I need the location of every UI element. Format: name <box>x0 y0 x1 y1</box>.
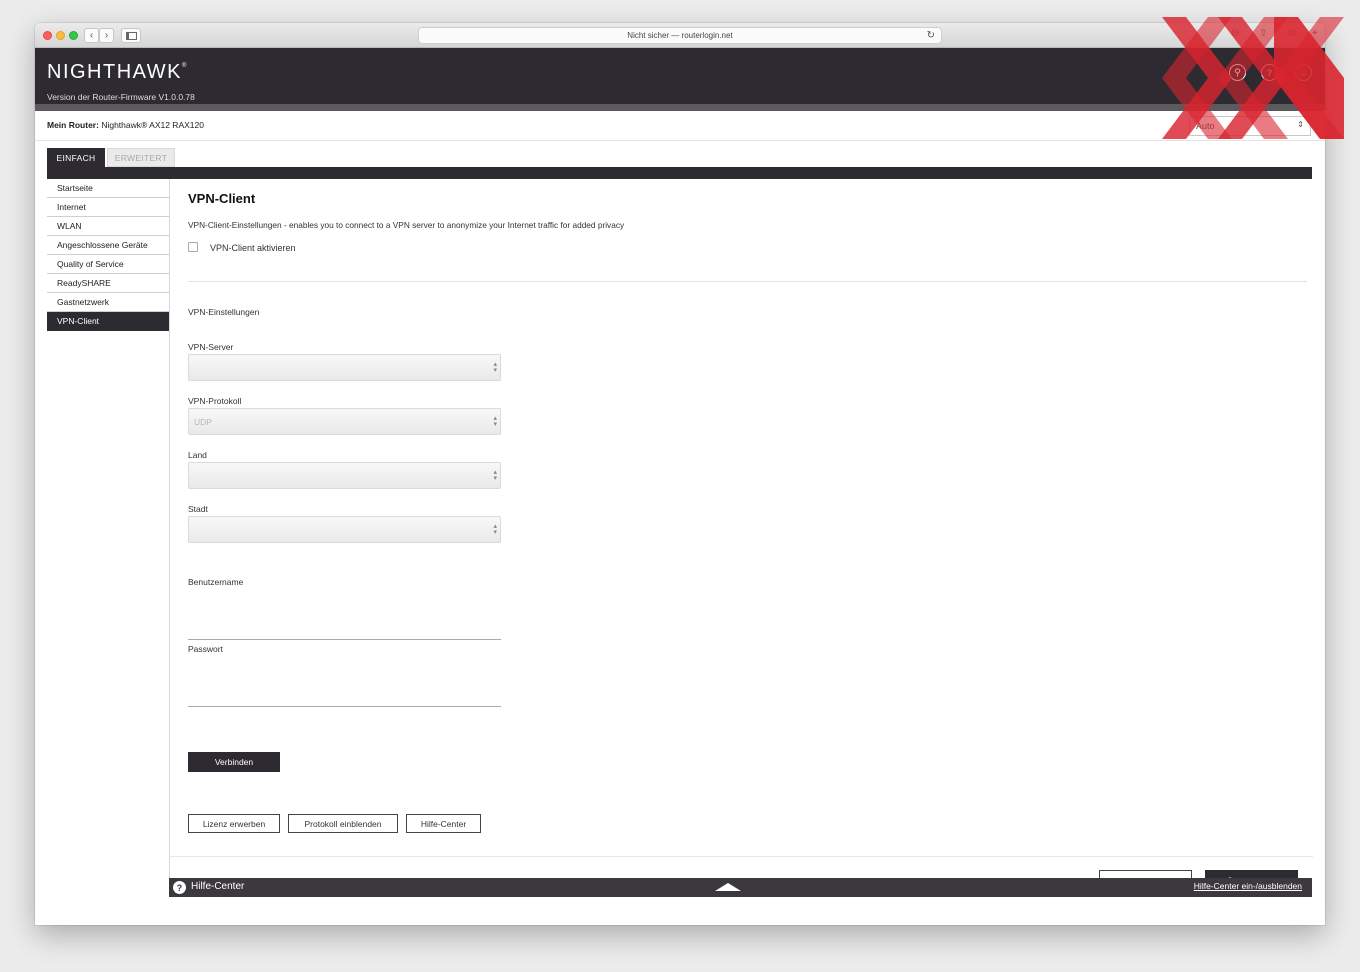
help-center-button[interactable]: Hilfe-Center <box>406 814 481 833</box>
password-input[interactable] <box>188 687 501 707</box>
browser-window: ‹ › Nicht sicher — routerlogin.net ↻ ⊙ ⇧… <box>35 23 1325 925</box>
address-bar[interactable]: Nicht sicher — routerlogin.net ↻ <box>418 27 942 44</box>
download-icon[interactable]: ⊙ <box>1231 28 1239 39</box>
main-content: VPN-Client VPN-Client-Einstellungen - en… <box>169 179 1313 891</box>
vpn-server-select[interactable]: ▴ ▾ <box>188 354 501 381</box>
vpn-settings-heading: VPN-Einstellungen <box>188 307 260 317</box>
forward-button[interactable]: › <box>99 28 114 43</box>
router-info-row: Mein Router: Nighthawk® AX12 RAX120 Auto… <box>35 111 1325 141</box>
sidebar-item-readyshare[interactable]: ReadySHARE <box>47 274 169 293</box>
search-icon[interactable]: ⚲ <box>1229 64 1246 81</box>
firmware-version: Version der Router-Firmware V1.0.0.78 <box>47 92 195 102</box>
tab-advanced[interactable]: ERWEITERT <box>107 148 175 167</box>
tabs-overview-icon[interactable]: ⧉ <box>1288 28 1295 39</box>
sidebar-item-qos[interactable]: Quality of Service <box>47 255 169 274</box>
password-label: Passwort <box>188 644 223 654</box>
sidebar-toggle-button[interactable] <box>121 28 141 43</box>
address-text: Nicht sicher — routerlogin.net <box>627 31 733 40</box>
zoom-window-button[interactable] <box>69 31 78 40</box>
sidebar-item-guest-network[interactable]: Gastnetzwerk <box>47 293 169 312</box>
sidebar-item-attached-devices[interactable]: Angeschlossene Geräte <box>47 236 169 255</box>
question-icon: ? <box>173 881 186 894</box>
sidebar-menu: Startseite Internet WLAN Angeschlossene … <box>47 179 169 331</box>
sidebar-item-vpn-client[interactable]: VPN-Client <box>47 312 169 331</box>
help-icon[interactable]: ? <box>1261 64 1278 81</box>
new-tab-icon[interactable]: + <box>1312 28 1318 39</box>
help-center-toggle-link[interactable]: Hilfe-Center ein-/ausblenden <box>1194 881 1302 891</box>
language-select[interactable]: Auto ⇕ <box>1189 116 1311 136</box>
city-select[interactable]: ▴ ▾ <box>188 516 501 543</box>
close-window-button[interactable] <box>43 31 52 40</box>
select-arrows-icon: ▴ ▾ <box>493 361 497 374</box>
vpn-protocol-label: VPN-Protokoll <box>188 396 242 406</box>
footer-divider <box>170 856 1313 857</box>
vpn-server-label: VPN-Server <box>188 342 234 352</box>
sidebar-item-home[interactable]: Startseite <box>47 179 169 198</box>
router-header: NIGHTHAWK® Version der Router-Firmware V… <box>35 48 1325 104</box>
expand-arrow-icon[interactable] <box>715 883 741 891</box>
page-description: VPN-Client-Einstellungen - enables you t… <box>188 220 625 230</box>
sidebar-item-wlan[interactable]: WLAN <box>47 217 169 236</box>
vpn-protocol-select[interactable]: UDP ▴ ▾ <box>188 408 501 435</box>
help-center-title: Hilfe-Center <box>191 881 245 892</box>
nighthawk-logo: NIGHTHAWK® <box>47 61 188 83</box>
reload-icon[interactable]: ↻ <box>927 30 935 41</box>
sidebar-item-internet[interactable]: Internet <box>47 198 169 217</box>
browser-titlebar: ‹ › Nicht sicher — routerlogin.net ↻ ⊙ ⇧… <box>35 23 1325 48</box>
sidebar-icon <box>125 31 137 40</box>
section-divider <box>188 281 1307 282</box>
share-icon[interactable]: ⇧ <box>1259 28 1267 39</box>
buy-license-button[interactable]: Lizenz erwerben <box>188 814 280 833</box>
help-center-bar: ? Hilfe-Center Hilfe-Center ein-/ausblen… <box>169 878 1312 897</box>
username-label: Benutzername <box>188 577 244 587</box>
username-input[interactable] <box>188 620 501 640</box>
country-select[interactable]: ▴ ▾ <box>188 462 501 489</box>
country-label: Land <box>188 450 207 460</box>
back-button[interactable]: ‹ <box>84 28 99 43</box>
chevron-left-icon: ‹ <box>89 29 94 41</box>
minimize-window-button[interactable] <box>56 31 65 40</box>
connect-button[interactable]: Verbinden <box>188 752 280 772</box>
page-title: VPN-Client <box>188 191 256 206</box>
chevron-right-icon: › <box>104 29 109 41</box>
tab-basic[interactable]: EINFACH <box>47 148 105 167</box>
enable-vpn-checkbox[interactable] <box>188 242 198 252</box>
select-arrows-icon: ▴ ▾ <box>493 415 497 428</box>
select-arrows-icon: ⇕ <box>1297 120 1304 129</box>
city-label: Stadt <box>188 504 208 514</box>
show-log-button[interactable]: Protokoll einblenden <box>288 814 398 833</box>
router-name: Mein Router: Nighthawk® AX12 RAX120 <box>47 120 204 130</box>
user-icon[interactable]: ☺ <box>1295 64 1312 81</box>
select-arrows-icon: ▴ ▾ <box>493 469 497 482</box>
tab-strip <box>47 167 1312 179</box>
enable-vpn-label: VPN-Client aktivieren <box>210 243 296 253</box>
select-arrows-icon: ▴ ▾ <box>493 523 497 536</box>
header-divider <box>35 104 1325 111</box>
